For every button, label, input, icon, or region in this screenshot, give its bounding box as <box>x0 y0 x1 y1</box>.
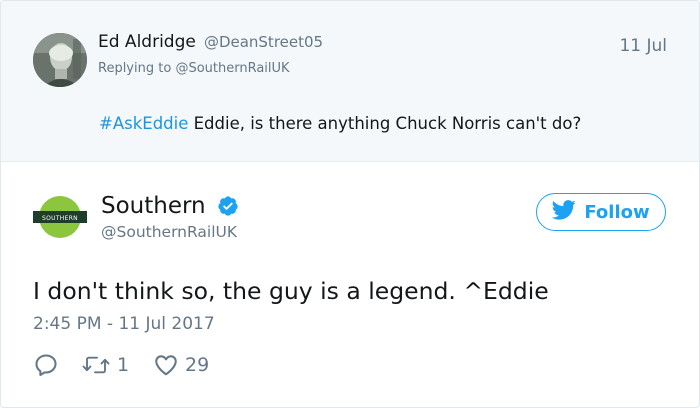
tweet-timestamp[interactable]: 2:45 PM - 11 Jul 2017 <box>33 314 215 334</box>
like-button[interactable]: 29 <box>153 351 209 379</box>
reply-date[interactable]: 11 Jul <box>619 36 667 56</box>
tweet-card: Ed Aldridge @DeanStreet05 11 Jul Replyin… <box>0 0 700 408</box>
reply-button[interactable] <box>33 351 59 379</box>
reply-author-line: Ed Aldridge @DeanStreet05 <box>98 32 323 52</box>
replying-to-line: Replying to @SouthernRailUK <box>98 61 290 76</box>
heart-icon <box>153 352 179 378</box>
retweet-count: 1 <box>117 354 130 376</box>
twitter-bird-icon <box>552 199 576 225</box>
tweet-author-name[interactable]: Southern <box>101 193 206 219</box>
like-count: 29 <box>185 354 210 376</box>
reply-tweet[interactable]: Ed Aldridge @DeanStreet05 11 Jul Replyin… <box>1 1 699 162</box>
reply-author-avatar[interactable] <box>33 33 87 87</box>
reply-icon <box>33 352 59 378</box>
southern-logo-avatar[interactable]: SOUTHERN <box>33 196 87 238</box>
follow-label: Follow <box>584 201 650 223</box>
retweet-button[interactable]: 1 <box>81 351 129 379</box>
logo-text: SOUTHERN <box>42 215 78 222</box>
tweet-author-line: Southern <box>101 193 239 219</box>
reply-author-handle[interactable]: @DeanStreet05 <box>204 33 323 51</box>
retweet-icon <box>81 352 111 378</box>
follow-button[interactable]: Follow <box>536 193 666 231</box>
reply-tweet-text: #AskEddie Eddie, is there anything Chuck… <box>99 114 581 133</box>
replying-to-label: Replying to <box>98 61 172 76</box>
reply-author-name[interactable]: Ed Aldridge <box>98 32 196 52</box>
tweet-text: I don't think so, the guy is a legend. ^… <box>33 277 549 305</box>
tweet-author-handle[interactable]: @SouthernRailUK <box>101 223 237 241</box>
hashtag-link[interactable]: #AskEddie <box>99 114 188 133</box>
replying-to-mention[interactable]: @SouthernRailUK <box>175 61 289 76</box>
reply-tweet-body: Eddie, is there anything Chuck Norris ca… <box>188 114 582 133</box>
verified-badge-icon <box>217 195 239 217</box>
